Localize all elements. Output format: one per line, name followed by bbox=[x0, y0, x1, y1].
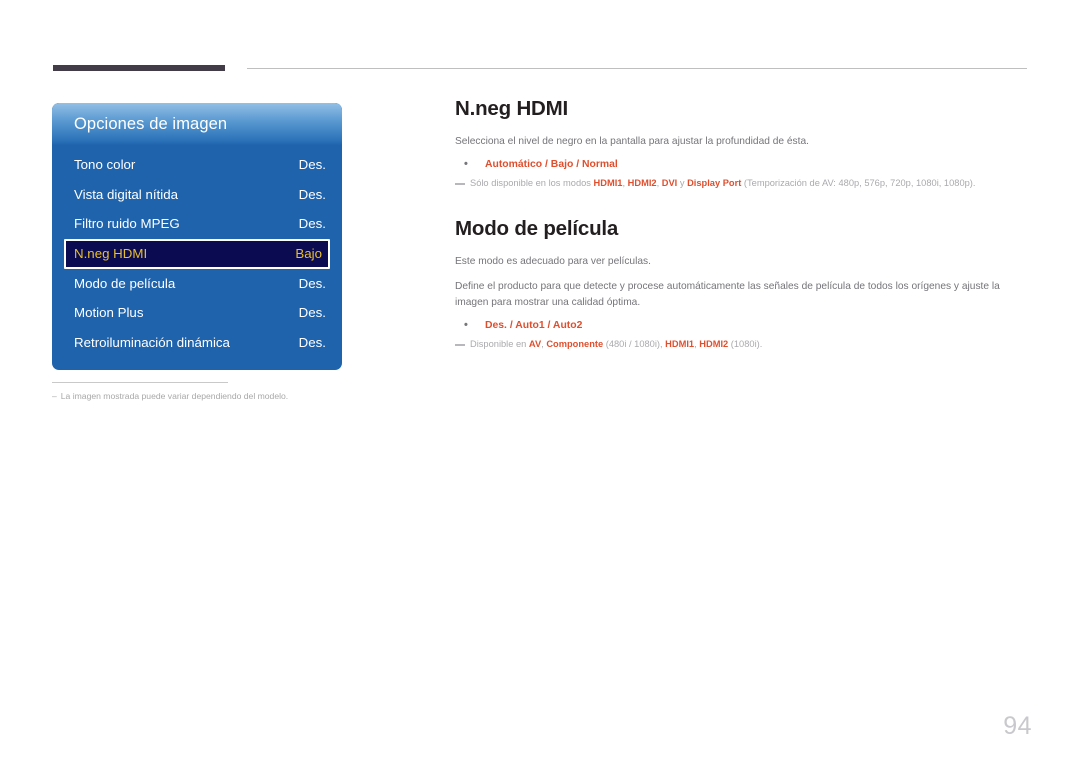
osd-menu-title-bar: Opciones de imagen bbox=[52, 103, 342, 145]
option-list-item: Automático / Bajo / Normal bbox=[455, 156, 1027, 173]
option-list-item: Des. / Auto1 / Auto2 bbox=[455, 317, 1027, 334]
osd-menu-row-value: Bajo bbox=[295, 246, 322, 261]
footnote-keyword: DVI bbox=[661, 178, 678, 189]
osd-menu-row[interactable]: Vista digital nítida Des. bbox=[52, 180, 342, 210]
page-number: 94 bbox=[1003, 712, 1032, 740]
osd-menu-row[interactable]: Retroiluminación dinámica Des. bbox=[52, 328, 342, 358]
section-paragraph: Define el producto para que detecte y pr… bbox=[455, 281, 1000, 308]
osd-menu-row-value: Des. bbox=[298, 157, 326, 173]
osd-menu-row-value: Des. bbox=[298, 186, 326, 202]
content-column: N.neg HDMI Selecciona el nivel de negro e… bbox=[455, 97, 1027, 352]
header-accent-bar bbox=[53, 65, 225, 71]
osd-menu-title: Opciones de imagen bbox=[74, 114, 228, 133]
footnote-text: Sólo disponible en los modos bbox=[470, 178, 594, 189]
osd-menu-row-value: Des. bbox=[298, 334, 326, 350]
section-footnote: Sólo disponible en los modos HDMI1, HDMI… bbox=[455, 177, 1027, 191]
osd-menu-list: Tono color Des. Vista digital nítida Des. Fi… bbox=[52, 145, 342, 357]
footnote-keyword: HDMI1 bbox=[593, 178, 623, 189]
osd-menu-row[interactable]: Motion Plus Des. bbox=[52, 298, 342, 328]
osd-menu-row-value: Des. bbox=[298, 216, 326, 232]
panel-footnote-rule bbox=[52, 382, 228, 383]
osd-menu-row-label: Filtro ruido MPEG bbox=[74, 216, 180, 232]
section-heading: N.neg HDMI bbox=[455, 97, 569, 120]
footnote-keyword: Componente bbox=[546, 339, 604, 350]
osd-menu-row[interactable]: Tono color Des. bbox=[52, 150, 342, 180]
footnote-keyword: AV bbox=[528, 339, 542, 350]
panel-footnote-label: La imagen mostrada puede variar dependie… bbox=[60, 391, 289, 401]
footnote-keyword: HDMI2 bbox=[627, 178, 657, 189]
footnote-keyword: HDMI1 bbox=[665, 339, 695, 350]
footnote-text: y bbox=[677, 178, 688, 189]
osd-menu-row[interactable]: Modo de película Des. bbox=[52, 269, 342, 299]
osd-menu-row-label: N.neg HDMI bbox=[74, 246, 148, 261]
section-paragraph: Este modo es adecuado para ver películas… bbox=[455, 256, 651, 268]
osd-menu-panel: Opciones de imagen Tono color Des. Vista d… bbox=[52, 103, 342, 370]
panel-footnote-text: – La imagen mostrada puede variar dependi… bbox=[52, 391, 352, 401]
section-heading: Modo de película bbox=[455, 217, 619, 241]
osd-menu-row-label: Tono color bbox=[74, 157, 136, 173]
option-list: Des. / Auto1 / Auto2 bbox=[455, 317, 1027, 334]
content-section: Modo de película Este modo es adecuado pa… bbox=[455, 217, 1027, 352]
header-divider-rule bbox=[247, 68, 1027, 69]
osd-menu-row-selected[interactable]: N.neg HDMI Bajo bbox=[64, 238, 330, 269]
footnote-keyword: HDMI2 bbox=[699, 339, 729, 350]
osd-menu-row-value: Des. bbox=[298, 305, 326, 321]
panel-footnote: – La imagen mostrada puede variar dependi… bbox=[52, 382, 352, 401]
footnote-text: (Temporización de AV: 480p, 576p, 720p, … bbox=[741, 178, 976, 189]
osd-menu-row-label: Modo de película bbox=[74, 275, 176, 291]
section-paragraph: Selecciona el nivel de negro en la panta… bbox=[455, 136, 809, 147]
osd-menu-row[interactable]: Filtro ruido MPEG Des. bbox=[52, 209, 342, 239]
footnote-keyword: Display Port bbox=[687, 178, 742, 189]
footnote-text: (480i / 1080i), bbox=[603, 339, 666, 350]
footnote-text: Disponible en bbox=[470, 339, 529, 350]
footnote-text: (1080i). bbox=[728, 339, 763, 350]
option-list: Automático / Bajo / Normal bbox=[455, 156, 1027, 173]
osd-menu-row-label: Retroiluminación dinámica bbox=[74, 334, 230, 350]
osd-menu-row-label: Motion Plus bbox=[74, 305, 144, 321]
osd-menu-row-label: Vista digital nítida bbox=[74, 186, 178, 202]
page-header bbox=[0, 0, 1080, 90]
osd-menu-row-value: Des. bbox=[298, 275, 326, 291]
section-footnote: Disponible en AV, Componente (480i / 108… bbox=[455, 338, 1027, 352]
content-section: N.neg HDMI Selecciona el nivel de negro e… bbox=[455, 97, 1027, 191]
panel-footnote-dash: – bbox=[52, 391, 57, 401]
